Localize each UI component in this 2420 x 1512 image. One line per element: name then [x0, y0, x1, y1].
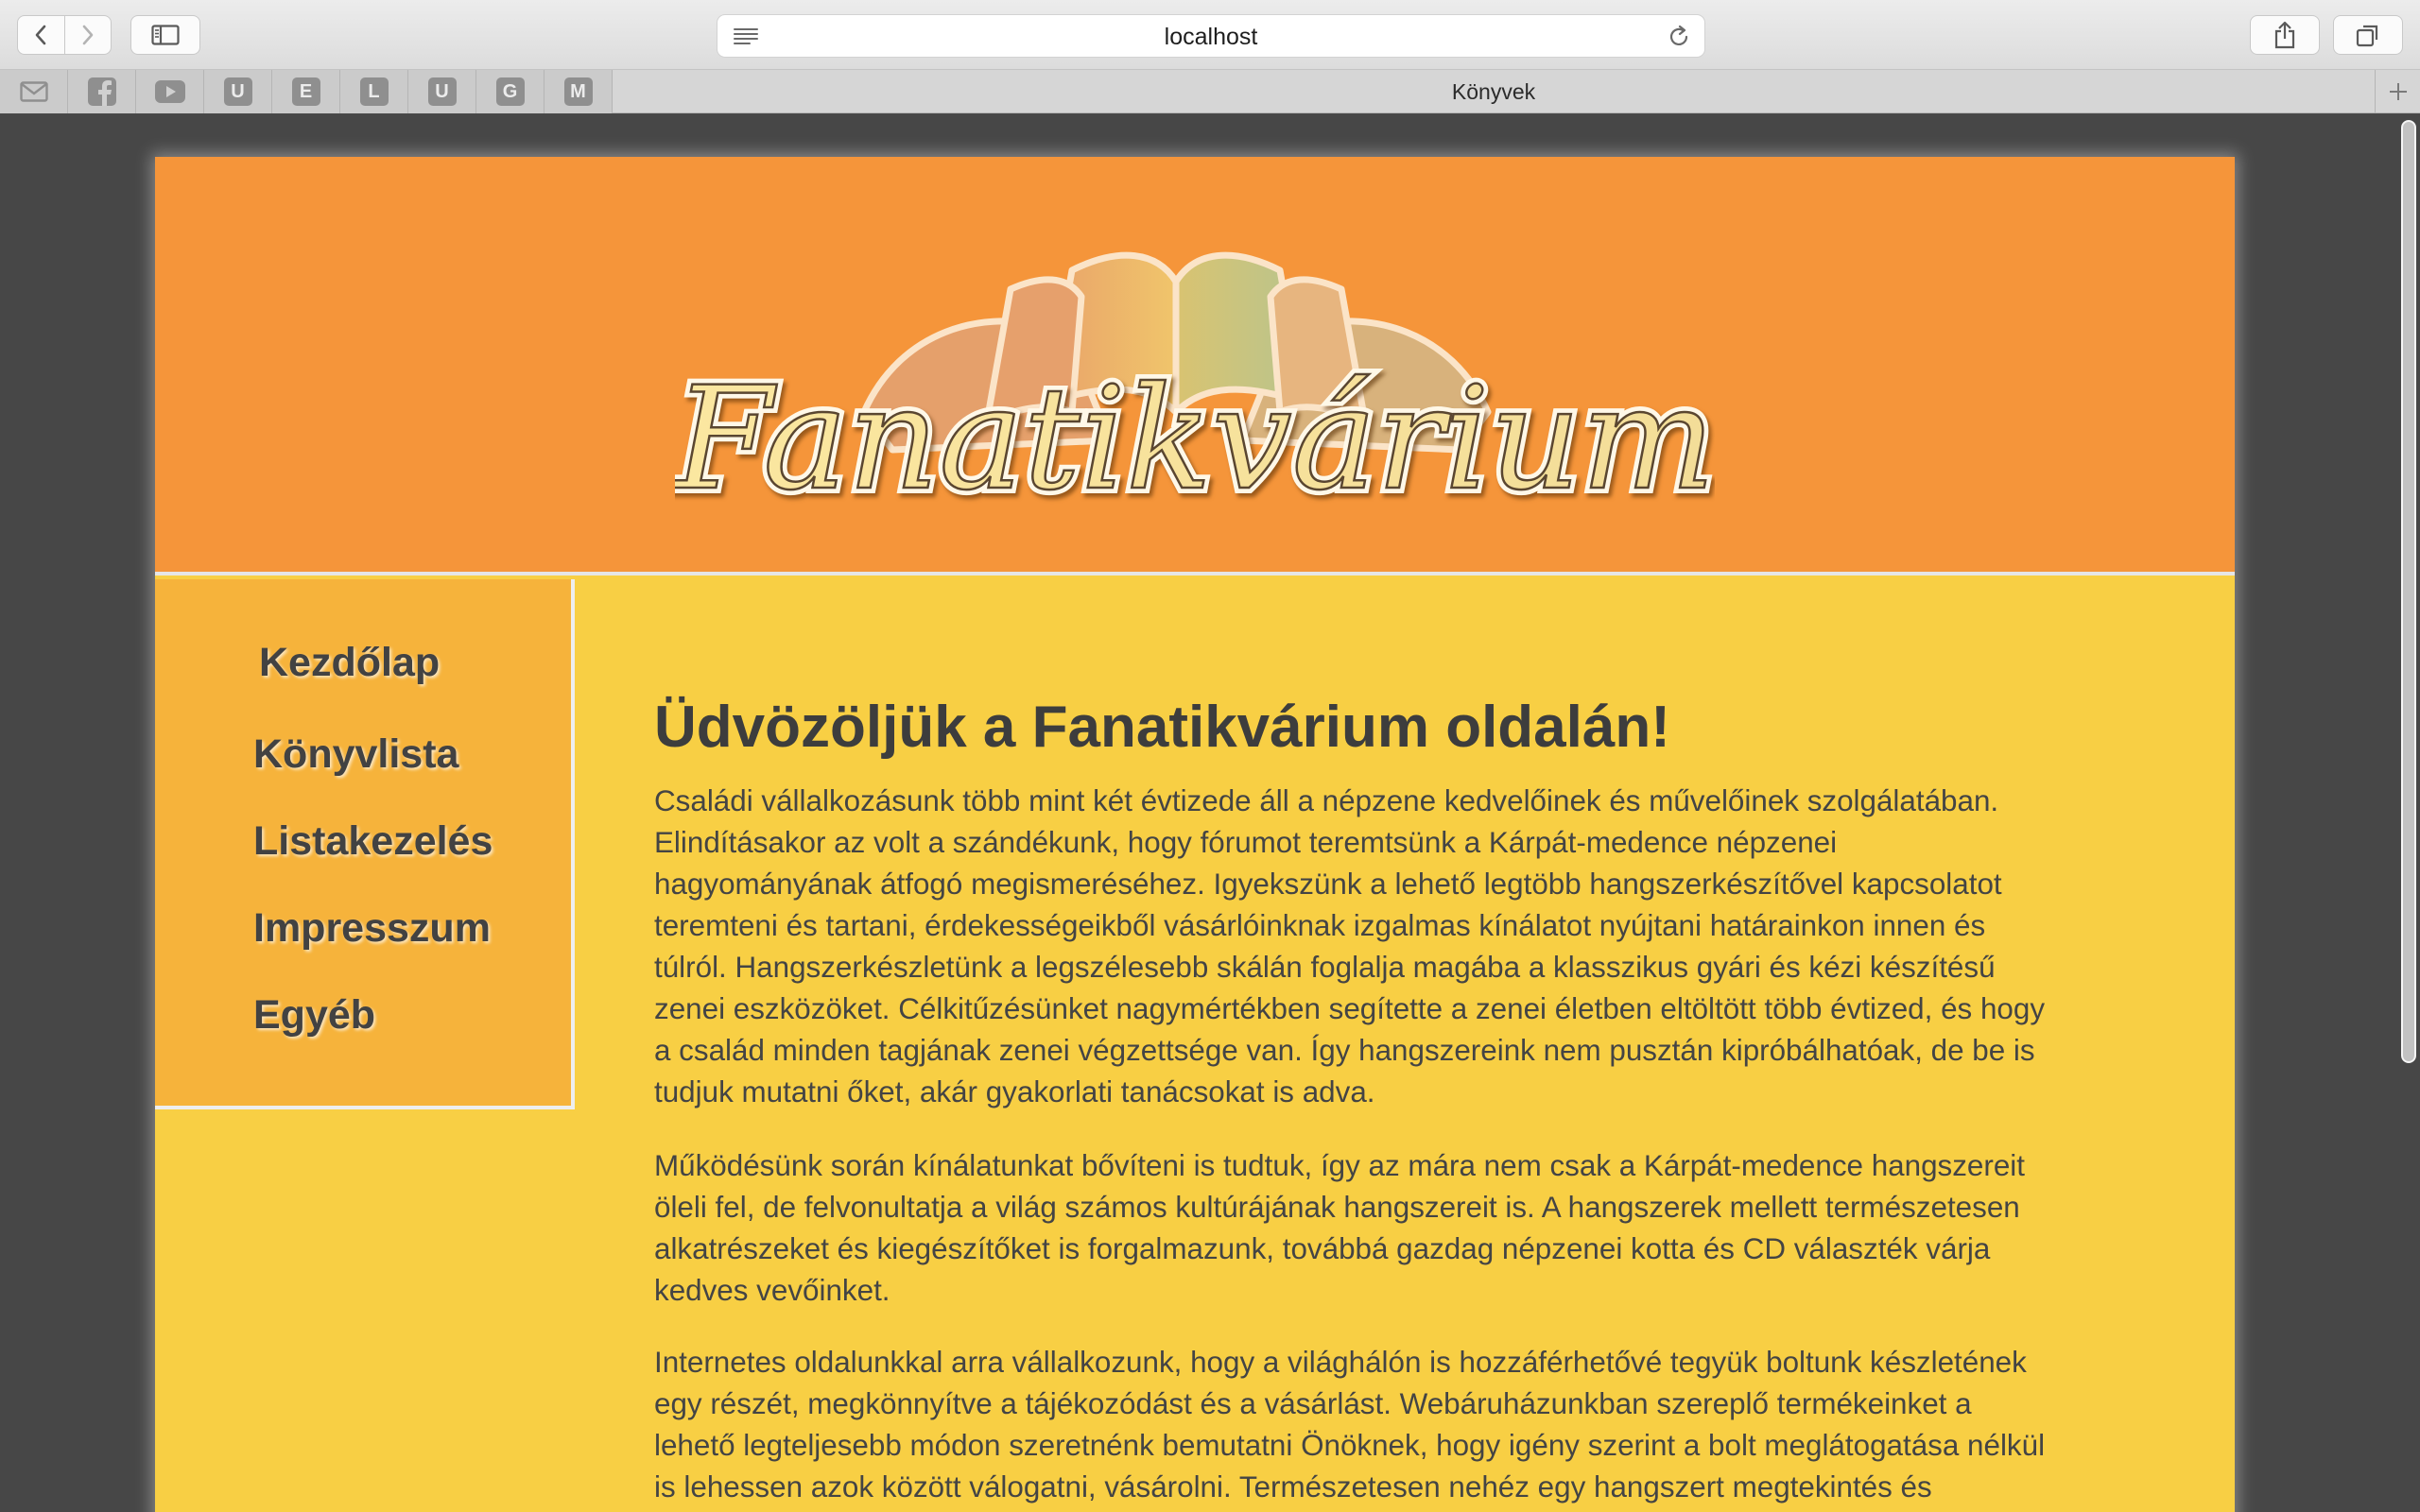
paragraph-line: egy részét, megkönnyítve a tájékozódást …	[654, 1387, 1972, 1420]
favorite-letter: U	[223, 77, 252, 106]
menu-item-konyvlista[interactable]: Könyvlista	[253, 731, 458, 778]
favorite-youtube[interactable]	[136, 70, 204, 113]
paragraph-line: kedves vevőinket.	[654, 1274, 890, 1307]
page-viewport: Fanatikvárium Fanatikvárium Kezdőlap Kön…	[0, 114, 2420, 1512]
tabs-overview-icon	[2356, 25, 2378, 47]
favorite-letter: L	[359, 77, 389, 106]
favorite-e[interactable]: E	[272, 70, 340, 113]
paragraph-line: Elindításakor az volt a szándékunk, hogy…	[654, 826, 1838, 859]
facebook-icon	[87, 77, 116, 106]
favorite-letter: G	[495, 77, 525, 106]
paragraph-line: hagyományának átfogó megismeréséhez. Igy…	[654, 868, 2002, 901]
menu-item-kezdolap[interactable]: Kezdőlap	[259, 640, 440, 686]
chevron-right-icon	[82, 25, 94, 45]
sidebar-icon	[151, 25, 180, 45]
paragraph-line: túlról. Hangszerkészletünk a legszéleseb…	[654, 951, 1996, 984]
paragraph-line: Működésünk során kínálatunkat bővíteni i…	[654, 1149, 2025, 1182]
main-menu: Kezdőlap Könyvlista Listakezelés Impress…	[155, 579, 575, 1109]
paragraph-line: kipróbálás nélkül megvenni. Bízunk benne…	[654, 1508, 2082, 1512]
logo-wordmark-outline: Fanatikvárium	[675, 357, 1715, 522]
favorite-mail[interactable]	[0, 70, 68, 113]
paragraph-line: teremteni és tartani, érdekességeikből v…	[654, 909, 1986, 942]
url-text: localhost	[1164, 24, 1258, 50]
favorite-facebook[interactable]	[68, 70, 136, 113]
reload-icon[interactable]	[1667, 25, 1691, 49]
paragraph-line: alkatrészeket és kiegészítőket is forgal…	[654, 1232, 1991, 1265]
paragraph-line: lehető legteljesebb módon szeretnénk bem…	[654, 1429, 2046, 1462]
vertical-scrollbar[interactable]	[2401, 120, 2416, 1063]
show-tabs-button[interactable]	[2333, 15, 2403, 55]
favorite-u2[interactable]: U	[408, 70, 476, 113]
favorite-letter: M	[563, 77, 593, 106]
paragraph-line: öleli fel, de felvonultatja a világ szám…	[654, 1191, 2020, 1224]
menu-item-listakezeles[interactable]: Listakezelés	[253, 818, 493, 865]
scrollbar-thumb[interactable]	[2403, 122, 2414, 1061]
paragraph-line: Családi vállalkozásunk több mint két évt…	[654, 784, 1999, 817]
menu-item-egyeb[interactable]: Egyéb	[253, 992, 375, 1039]
site-container: Fanatikvárium Fanatikvárium Kezdőlap Kön…	[155, 157, 2235, 1512]
paragraph-line: zenei eszközöket. Célkitűzésünket nagymé…	[654, 992, 2046, 1025]
paragraph-line: is lehessen azok között válogatni, vásár…	[654, 1470, 1932, 1503]
favorite-letter: E	[291, 77, 320, 106]
site-banner: Fanatikvárium Fanatikvárium	[155, 157, 2235, 576]
paragraph-2: Működésünk során kínálatunkat bővíteni i…	[654, 1145, 2082, 1312]
paragraph-1: Családi vállalkozásunk több mint két évt…	[654, 781, 2082, 1113]
paragraph-3: Internetes oldalunkkal arra vállalkozunk…	[654, 1342, 2082, 1512]
favorite-l[interactable]: L	[340, 70, 408, 113]
share-button[interactable]	[2250, 15, 2320, 55]
browser-toolbar: localhost	[0, 0, 2420, 70]
favorite-u[interactable]: U	[204, 70, 272, 113]
back-button[interactable]	[18, 16, 64, 54]
tab-active-title[interactable]: Könyvek	[613, 70, 2375, 113]
tab-bar: U E L U G M Könyvek	[0, 70, 2420, 113]
new-tab-button[interactable]	[2375, 70, 2420, 113]
sidebar-toggle-button[interactable]	[130, 15, 200, 55]
navigation-buttons	[17, 15, 112, 55]
favorite-letter: U	[427, 77, 457, 106]
paragraph-line: Internetes oldalunkkal arra vállalkozunk…	[654, 1346, 2027, 1379]
site-logo[interactable]: Fanatikvárium Fanatikvárium	[675, 214, 1715, 535]
mail-icon	[19, 81, 48, 102]
favorite-m[interactable]: M	[544, 70, 613, 113]
page-heading: Üdvözöljük a Fanatikvárium oldalán!	[654, 695, 1670, 760]
youtube-icon	[154, 80, 185, 103]
share-icon	[2274, 21, 2295, 49]
plus-icon	[2389, 83, 2407, 100]
paragraph-line: tudjuk mutatni őket, akár gyakorlati tan…	[654, 1075, 1375, 1108]
chevron-left-icon	[36, 25, 46, 45]
menu-item-impresszum[interactable]: Impresszum	[253, 905, 491, 952]
favorite-g[interactable]: G	[476, 70, 544, 113]
address-bar[interactable]: localhost	[717, 14, 1705, 58]
paragraph-line: a család minden tagjának zenei végzettsé…	[654, 1034, 2035, 1067]
forward-button[interactable]	[63, 16, 111, 54]
